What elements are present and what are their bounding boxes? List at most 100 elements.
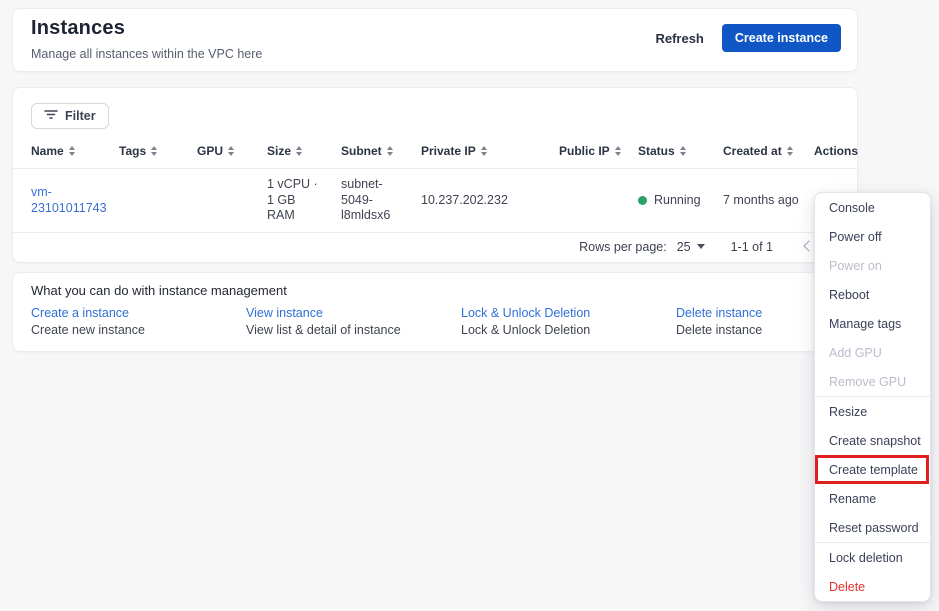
col-header-status[interactable]: Status <box>638 144 723 158</box>
col-label: Private IP <box>421 144 476 158</box>
menu-item-power-on: Power on <box>815 251 930 280</box>
rows-per-page-select[interactable]: 25 <box>677 240 705 254</box>
view-instance-link[interactable]: View instance <box>246 305 461 322</box>
help-links-grid: Create a instance Create new instance Vi… <box>31 305 847 339</box>
menu-item-label: Lock deletion <box>829 550 903 565</box>
instances-table-card: Filter Name Tags GPU Size Subnet Private… <box>12 87 858 263</box>
menu-item-rename[interactable]: Rename <box>815 484 930 513</box>
col-label: Actions <box>814 144 859 158</box>
menu-item-label: Remove GPU <box>829 374 907 389</box>
col-header-public-ip[interactable]: Public IP <box>559 144 638 158</box>
status-running-dot <box>638 196 647 205</box>
instance-name-link[interactable]: vm-23101011743 <box>31 185 107 215</box>
menu-item-label: Rename <box>829 491 877 506</box>
col-label: Status <box>638 144 675 158</box>
menu-item-add-gpu: Add GPU <box>815 338 930 367</box>
menu-item-label: Add GPU <box>829 345 882 360</box>
sort-icon <box>68 146 75 156</box>
refresh-button[interactable]: Refresh <box>651 25 707 52</box>
col-label: Tags <box>119 144 147 158</box>
header-actions: Refresh Create instance <box>651 24 841 52</box>
menu-item-console[interactable]: Console <box>815 193 930 222</box>
menu-item-remove-gpu: Remove GPU <box>815 367 930 396</box>
table-row: vm-23101011743 1 vCPU · 1 GB RAM subnet-… <box>13 169 857 233</box>
menu-item-label: Console <box>829 200 875 215</box>
cell-created-at: 7 months ago <box>723 192 799 207</box>
col-header-subnet[interactable]: Subnet <box>341 144 421 158</box>
sort-icon <box>151 146 158 156</box>
col-label: Subnet <box>341 144 382 158</box>
col-label: Created at <box>723 144 782 158</box>
menu-item-label: Reset password <box>829 520 919 535</box>
sort-icon <box>679 146 686 156</box>
sort-icon <box>386 146 393 156</box>
menu-item-label: Manage tags <box>829 316 902 331</box>
cell-size: 1 vCPU · 1 GB RAM <box>267 177 318 223</box>
col-header-size[interactable]: Size <box>267 144 341 158</box>
menu-item-create-template[interactable]: Create template <box>815 455 930 484</box>
menu-item-label: Resize <box>829 404 868 419</box>
sort-icon <box>614 146 621 156</box>
sort-icon <box>786 146 793 156</box>
help-item-create: Create a instance Create new instance <box>31 305 246 339</box>
create-instance-link[interactable]: Create a instance <box>31 305 246 322</box>
menu-item-reboot[interactable]: Reboot <box>815 280 930 309</box>
page-title: Instances <box>31 17 126 39</box>
chevron-left-icon <box>803 239 815 252</box>
menu-item-create-snapshot[interactable]: Create snapshot <box>815 426 930 455</box>
col-header-actions: Actions <box>814 144 858 158</box>
cell-name: vm-23101011743 <box>31 185 107 216</box>
pagination-bar: Rows per page: 25 1-1 of 1 <box>13 231 857 262</box>
rows-per-page-value: 25 <box>676 239 691 254</box>
pagination-range: 1-1 of 1 <box>730 239 773 254</box>
filter-icon <box>44 109 58 123</box>
col-label: Size <box>267 144 292 158</box>
help-card: What you can do with instance management… <box>12 272 858 352</box>
col-header-private-ip[interactable]: Private IP <box>421 144 559 158</box>
cell-private-ip: 10.237.202.232 <box>421 192 508 207</box>
sort-icon <box>480 146 487 156</box>
create-instance-button[interactable]: Create instance <box>721 24 841 52</box>
menu-item-label: Reboot <box>829 287 870 302</box>
col-label: Name <box>31 144 64 158</box>
filter-button-label: Filter <box>65 109 96 123</box>
menu-item-resize[interactable]: Resize <box>815 397 930 426</box>
col-header-tags[interactable]: Tags <box>119 144 197 158</box>
help-item-desc: Delete instance <box>676 323 763 337</box>
menu-item-label: Power off <box>829 229 882 244</box>
page-header-card: Instances Manage all instances within th… <box>12 8 858 72</box>
help-item-desc: Create new instance <box>31 323 145 337</box>
help-item-view: View instance View list & detail of inst… <box>246 305 461 339</box>
menu-item-reset-password[interactable]: Reset password <box>815 513 930 542</box>
col-header-name[interactable]: Name <box>31 144 119 158</box>
instance-actions-menu: Console Power off Power on Reboot Manage… <box>814 192 931 602</box>
menu-item-delete[interactable]: Delete <box>815 572 930 601</box>
rows-per-page: Rows per page: 25 <box>579 239 705 254</box>
sort-icon <box>228 146 235 156</box>
help-item-desc: View list & detail of instance <box>246 323 401 337</box>
cell-status: Running <box>638 193 723 209</box>
sort-icon <box>296 146 303 156</box>
col-header-gpu[interactable]: GPU <box>197 144 267 158</box>
chevron-down-icon <box>696 244 705 249</box>
table-header-row: Name Tags GPU Size Subnet Private IP Pub… <box>13 134 858 169</box>
col-label: GPU <box>197 144 224 158</box>
col-header-created-at[interactable]: Created at <box>723 144 814 158</box>
menu-item-manage-tags[interactable]: Manage tags <box>815 309 930 338</box>
menu-item-label: Create template <box>829 462 918 477</box>
help-section-title: What you can do with instance management <box>31 283 287 298</box>
menu-item-lock-deletion[interactable]: Lock deletion <box>815 543 930 572</box>
menu-item-label: Create snapshot <box>829 433 921 448</box>
col-label: Public IP <box>559 144 610 158</box>
menu-item-label: Power on <box>829 258 882 273</box>
rows-per-page-label: Rows per page: <box>579 239 667 254</box>
lock-unlock-deletion-link[interactable]: Lock & Unlock Deletion <box>461 305 676 322</box>
help-item-desc: Lock & Unlock Deletion <box>461 323 591 337</box>
menu-item-power-off[interactable]: Power off <box>815 222 930 251</box>
cell-subnet: subnet-5049-l8mldsx6 <box>341 177 391 223</box>
menu-item-label: Delete <box>829 579 866 594</box>
page-subtitle: Manage all instances within the VPC here <box>31 47 263 61</box>
status-label: Running <box>654 192 701 207</box>
filter-button[interactable]: Filter <box>31 103 109 129</box>
help-item-lock: Lock & Unlock Deletion Lock & Unlock Del… <box>461 305 676 339</box>
